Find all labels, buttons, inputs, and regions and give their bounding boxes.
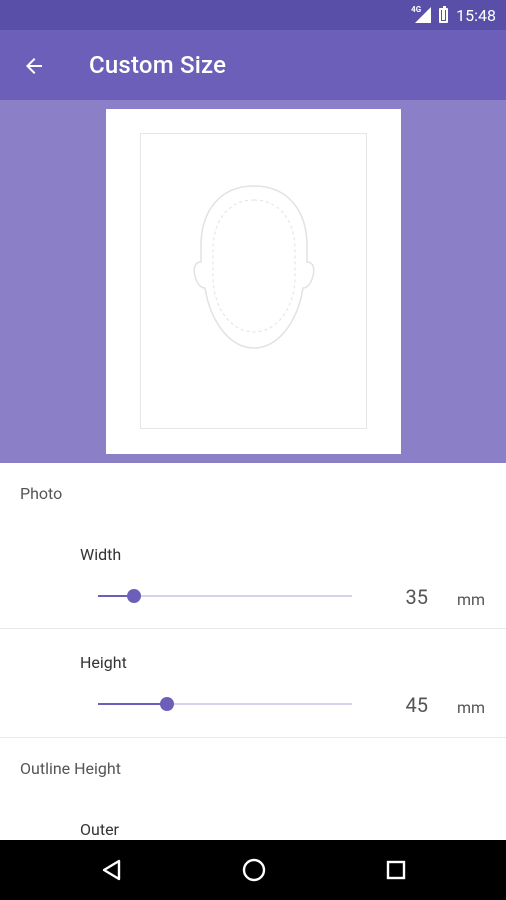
status-bar: 4G 15:48 (0, 0, 506, 30)
nav-home-icon (242, 858, 266, 882)
app-bar: Custom Size (0, 30, 506, 100)
outer-label: Outer (80, 820, 119, 839)
height-unit: mm (457, 698, 486, 717)
nav-recents-button[interactable] (378, 852, 414, 888)
page-title: Custom Size (89, 51, 227, 79)
width-unit: mm (457, 590, 486, 609)
divider (0, 737, 506, 738)
section-header-photo: Photo (20, 484, 63, 503)
photo-preview-area (0, 100, 506, 463)
status-time: 15:48 (456, 5, 496, 25)
settings-panel: Photo Width 35 mm Height 45 mm Outline H… (0, 463, 506, 840)
nav-recents-icon (386, 860, 406, 880)
height-slider-thumb[interactable] (160, 697, 174, 711)
network-type-label: 4G (411, 5, 422, 14)
photo-frame (140, 133, 367, 429)
width-value: 35 (405, 585, 428, 609)
height-slider-fill (98, 703, 167, 705)
nav-back-button[interactable] (94, 852, 130, 888)
signal-icon: 4G (411, 5, 432, 23)
photo-preview-paper (106, 109, 401, 454)
height-slider[interactable] (98, 694, 352, 714)
width-slider[interactable] (98, 586, 352, 606)
width-slider-thumb[interactable] (127, 589, 141, 603)
height-value: 45 (405, 693, 428, 717)
section-header-outline-height: Outline Height (20, 759, 121, 778)
height-label: Height (80, 653, 127, 672)
nav-back-icon (102, 859, 121, 881)
back-button[interactable] (18, 50, 50, 82)
face-outline-icon (193, 185, 315, 349)
arrow-back-icon (26, 58, 42, 74)
navigation-bar (0, 840, 506, 900)
width-label: Width (80, 545, 122, 564)
divider (0, 628, 506, 629)
status-icons: 4G 15:48 (411, 0, 496, 30)
nav-home-button[interactable] (236, 852, 272, 888)
battery-icon (439, 5, 449, 23)
